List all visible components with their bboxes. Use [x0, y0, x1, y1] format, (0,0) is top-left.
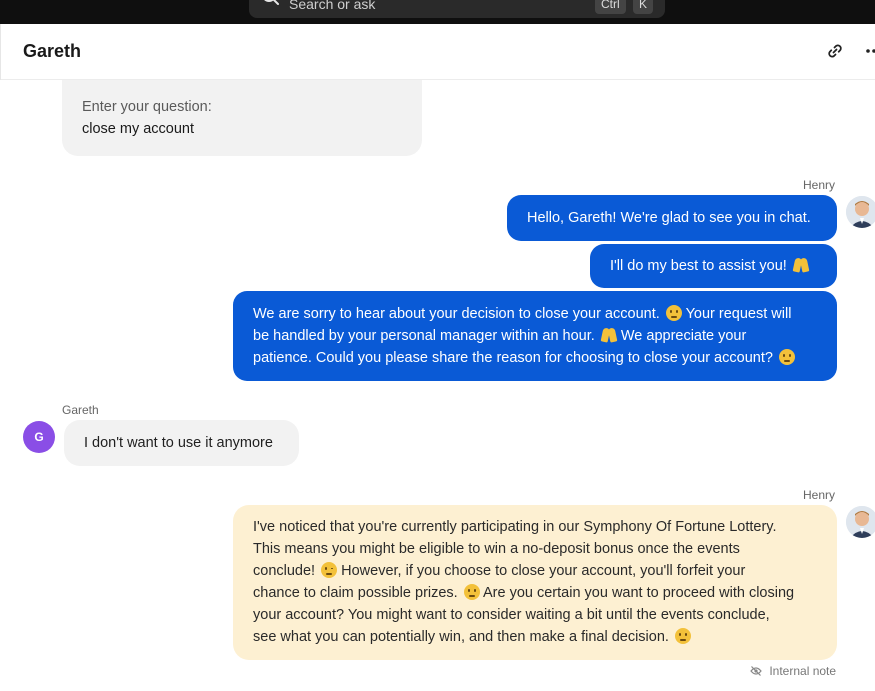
disappointed-face-emoji-icon	[463, 584, 480, 600]
message-text: patience. Could you please share the rea…	[253, 350, 773, 366]
outgoing-message: Hello, Gareth! We're glad to see you in …	[507, 195, 837, 241]
internal-note-label: Internal note	[769, 664, 837, 678]
outgoing-message: I'll do my best to assist you!	[590, 244, 837, 288]
message-text: I'll do my best to assist you!	[610, 258, 787, 274]
search-placeholder: Search or ask	[289, 0, 376, 12]
thinking-face-emoji-icon	[674, 628, 691, 644]
agent-photo-icon	[846, 506, 875, 538]
folded-hands-emoji-icon	[601, 327, 617, 343]
question-form-message: Enter your question: close my account	[62, 80, 422, 156]
message-line: patience. Could you please share the rea…	[253, 347, 817, 369]
eye-off-icon	[750, 666, 762, 676]
note-text: However, if you choose to close your acc…	[341, 563, 746, 579]
search-bar[interactable]: Search or ask Ctrl K	[249, 0, 665, 18]
note-text: Are you certain you want to proceed with…	[482, 585, 795, 601]
chat-header: Gareth	[0, 24, 875, 80]
note-line: your account? You might want to consider…	[253, 607, 770, 623]
incoming-message: I don't want to use it anymore	[64, 420, 299, 466]
question-label: Enter your question:	[82, 99, 212, 115]
winking-face-emoji-icon	[321, 562, 338, 578]
sender-name-henry: Henry	[803, 178, 836, 192]
folded-hands-emoji-icon	[793, 257, 809, 273]
top-bar: Search or ask Ctrl K	[0, 0, 875, 24]
sender-name-henry: Henry	[803, 488, 836, 502]
message-text: be handled by your personal manager with…	[253, 328, 595, 344]
shortcut-k-key: K	[633, 0, 654, 14]
message-line: We are sorry to hear about your decision…	[253, 303, 817, 325]
outgoing-message: We are sorry to hear about your decision…	[233, 291, 837, 381]
internal-note-message: I've noticed that you're currently parti…	[233, 505, 837, 660]
disappointed-face-emoji-icon	[665, 305, 682, 321]
chat-title: Gareth	[23, 41, 82, 61]
link-icon[interactable]	[824, 40, 846, 62]
note-line: This means you might be eligible to win …	[253, 541, 740, 557]
question-value: close my account	[82, 121, 195, 137]
note-line: I've noticed that you're currently parti…	[253, 519, 777, 535]
message-text: We are sorry to hear about your decision…	[253, 306, 660, 322]
message-text: I don't want to use it anymore	[84, 435, 273, 451]
gareth-avatar: G	[23, 421, 55, 453]
henry-avatar	[846, 196, 875, 228]
note-line: conclude! However, if you choose to clos…	[253, 560, 817, 582]
internal-note-indicator: Internal note	[750, 664, 836, 678]
message-text: Hello, Gareth! We're glad to see you in …	[527, 210, 811, 226]
header-divider	[0, 24, 1, 80]
confused-face-emoji-icon	[778, 349, 795, 365]
message-line: be handled by your personal manager with…	[253, 325, 817, 347]
note-line: see what you can potentially win, and th…	[253, 626, 817, 648]
note-text: chance to claim possible prizes.	[253, 585, 458, 601]
chat-app: Search or ask Ctrl K Gareth Enter your q…	[0, 0, 875, 691]
more-icon[interactable]	[864, 40, 875, 62]
agent-photo-icon	[846, 196, 875, 228]
note-line: chance to claim possible prizes. Are you…	[253, 582, 817, 604]
message-text: We appreciate your	[620, 328, 747, 344]
shortcut-ctrl-key: Ctrl	[595, 0, 626, 14]
search-icon	[264, 0, 279, 5]
note-text: conclude!	[253, 563, 316, 579]
note-text: see what you can potentially win, and th…	[253, 629, 669, 645]
message-text: Your request will	[685, 306, 792, 322]
henry-avatar	[846, 506, 875, 538]
sender-name-gareth: Gareth	[62, 403, 99, 417]
